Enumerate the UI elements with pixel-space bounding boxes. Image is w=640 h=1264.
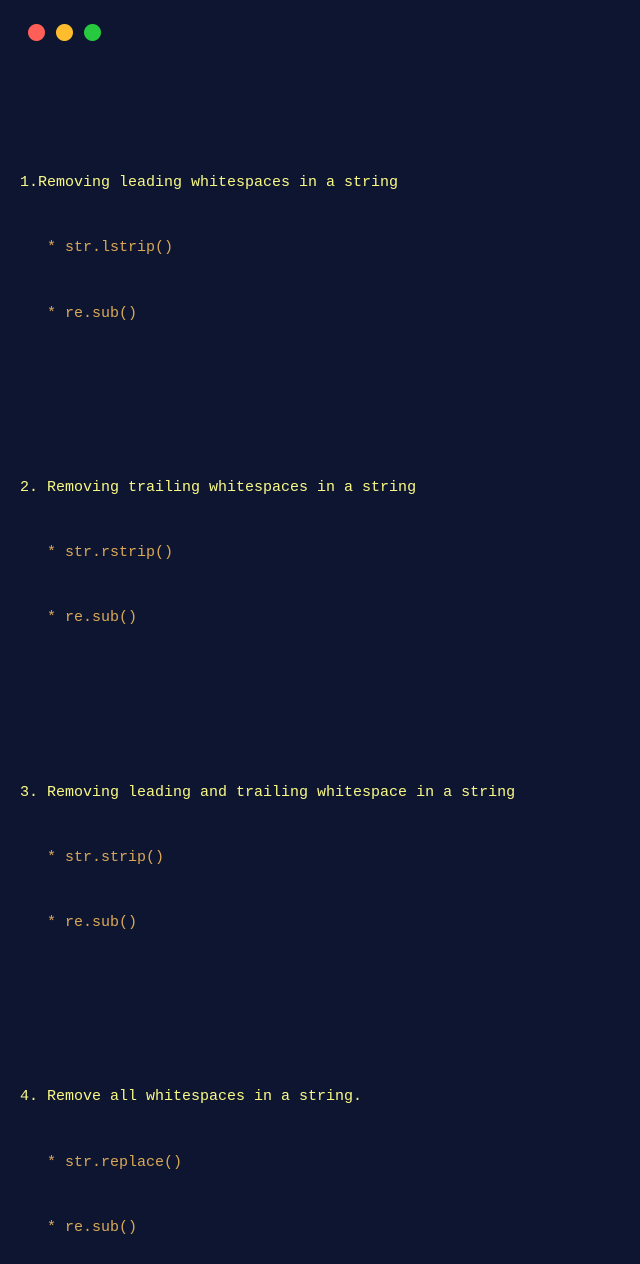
section-3: 3. Removing leading and trailing whitesp… — [20, 738, 620, 977]
bullet-item: * re.sub() — [20, 1217, 620, 1239]
bullet-item: * str.replace() — [20, 1152, 620, 1174]
minimize-icon — [56, 24, 73, 41]
section-4: 4. Remove all whitespaces in a string. *… — [20, 1043, 620, 1264]
section-title: 2. Removing trailing whitespaces in a st… — [20, 477, 620, 499]
code-content: 1.Removing leading whitespaces in a stri… — [0, 41, 640, 1264]
bullet-item: * re.sub() — [20, 912, 620, 934]
section-2: 2. Removing trailing whitespaces in a st… — [20, 433, 620, 672]
bullet-item: * str.strip() — [20, 847, 620, 869]
window-controls — [0, 0, 640, 41]
maximize-icon — [84, 24, 101, 41]
section-title: 4. Remove all whitespaces in a string. — [20, 1086, 620, 1108]
bullet-item: * str.rstrip() — [20, 542, 620, 564]
close-icon — [28, 24, 45, 41]
section-title: 1.Removing leading whitespaces in a stri… — [20, 172, 620, 194]
bullet-item: * re.sub() — [20, 303, 620, 325]
section-1: 1.Removing leading whitespaces in a stri… — [20, 129, 620, 368]
bullet-item: * str.lstrip() — [20, 237, 620, 259]
section-title: 3. Removing leading and trailing whitesp… — [20, 782, 620, 804]
bullet-item: * re.sub() — [20, 607, 620, 629]
